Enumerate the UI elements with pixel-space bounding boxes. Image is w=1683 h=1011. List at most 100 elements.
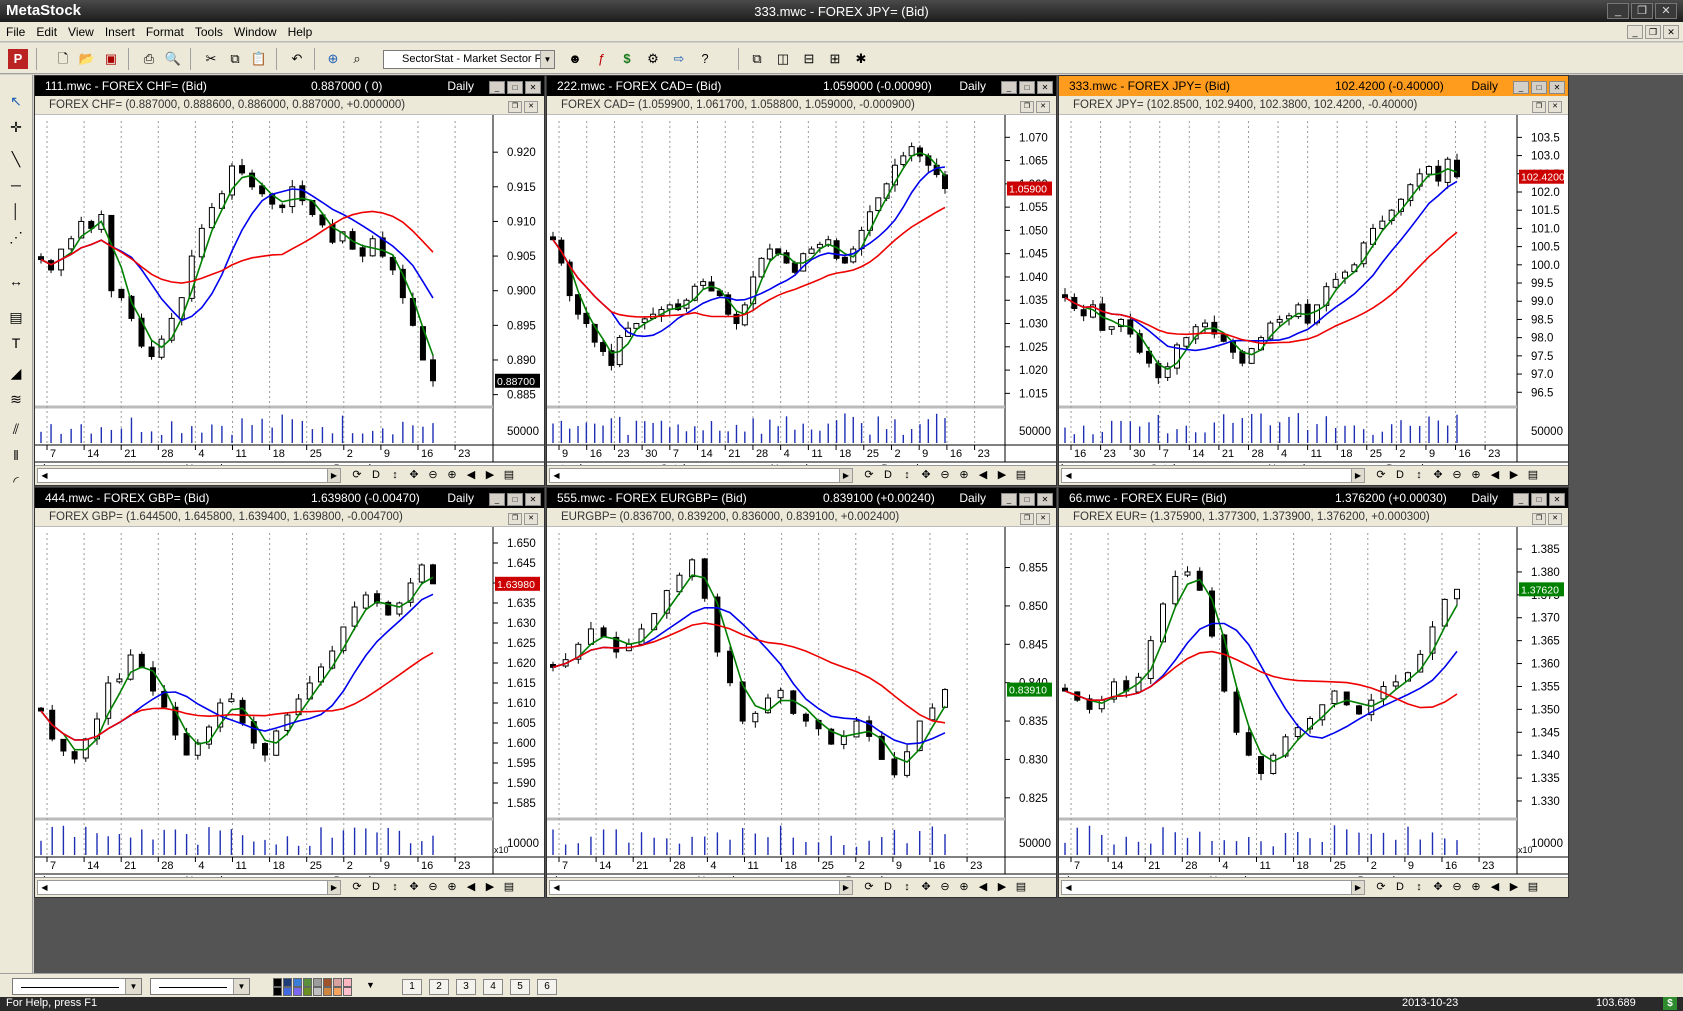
menu-help[interactable]: Help: [282, 22, 318, 39]
horizontal-scrollbar[interactable]: ◀ ▶: [37, 468, 341, 483]
inner-close-icon[interactable]: ✕: [524, 101, 538, 113]
color-swatch[interactable]: [273, 987, 282, 996]
inner-restore-icon[interactable]: ❐: [1532, 101, 1546, 113]
chart-period[interactable]: Daily: [1471, 491, 1498, 505]
window-close-icon[interactable]: ✕: [1549, 493, 1565, 506]
properties-icon[interactable]: ▤: [1525, 880, 1541, 893]
color-swatch[interactable]: [313, 978, 322, 987]
color-palette[interactable]: [271, 977, 357, 997]
window-maximize-icon[interactable]: □: [1531, 493, 1547, 506]
horizontal-scrollbar[interactable]: ◀ ▶: [1061, 880, 1365, 895]
chart-window-111[interactable]: 111.mwc - FOREX CHF= (Bid) 0.887000 ( 0) D…: [34, 75, 545, 486]
zoom-in-icon[interactable]: ⊕: [1468, 880, 1484, 893]
zoom-in-icon[interactable]: ⊕: [956, 880, 972, 893]
chart-title-bar[interactable]: 555.mwc - FOREX EURGBP= (Bid) 0.839100 (+…: [547, 488, 1056, 508]
menu-format[interactable]: Format: [140, 22, 189, 39]
window-tab-2[interactable]: 2: [429, 979, 449, 995]
chart-window-555[interactable]: 555.mwc - FOREX EURGBP= (Bid) 0.839100 (+…: [546, 487, 1057, 898]
zoom-in-icon[interactable]: ⊕: [956, 468, 972, 481]
zoom-icon[interactable]: ⌕: [346, 48, 368, 70]
page-left-icon[interactable]: ◀: [1487, 468, 1503, 481]
window-tab-6[interactable]: 6: [537, 979, 557, 995]
page-left-icon[interactable]: ◀: [975, 880, 991, 893]
line-width-select[interactable]: ▼: [150, 978, 250, 995]
price-chart[interactable]: 16233071421284111825291623berOctoberNove…: [1059, 115, 1568, 467]
page-left-icon[interactable]: ◀: [463, 468, 479, 481]
window-close-icon[interactable]: ✕: [1037, 81, 1053, 94]
scroll-left-icon[interactable]: ◀: [1062, 881, 1075, 894]
expert-advisor-icon[interactable]: ☻: [564, 48, 586, 70]
tile-horizontal-icon[interactable]: ⊟: [798, 48, 820, 70]
window-minimize-icon[interactable]: _: [1001, 493, 1017, 506]
price-chart[interactable]: 916233071421284111825291623eptemberOctob…: [547, 115, 1056, 467]
inner-close-icon[interactable]: ✕: [1548, 101, 1562, 113]
inner-close-icon[interactable]: ✕: [1036, 101, 1050, 113]
paste-icon[interactable]: 📋: [248, 48, 270, 70]
scroll-left-icon[interactable]: ◀: [550, 469, 563, 482]
question-icon[interactable]: ?: [694, 48, 716, 70]
vertical-zoom-icon[interactable]: ↕: [387, 469, 403, 481]
chart-window-444[interactable]: 444.mwc - FOREX GBP= (Bid) 1.639800 (-0.0…: [34, 487, 545, 898]
settings-icon[interactable]: ✱: [850, 48, 872, 70]
zoom-out-icon[interactable]: ⊖: [1449, 468, 1465, 481]
chart-period[interactable]: Daily: [959, 79, 986, 93]
chart-title-bar[interactable]: 111.mwc - FOREX CHF= (Bid) 0.887000 ( 0) D…: [35, 76, 544, 96]
close-chart-icon[interactable]: ▣: [100, 48, 122, 70]
pointer-icon[interactable]: ↖: [4, 89, 28, 113]
refresh-icon[interactable]: ⟳: [1373, 880, 1389, 893]
mdi-minimize-icon[interactable]: _: [1627, 25, 1643, 39]
window-tab-4[interactable]: 4: [483, 979, 503, 995]
window-close-icon[interactable]: ✕: [525, 81, 541, 94]
price-chart[interactable]: 71421284111825291623oberNovemberDecember…: [35, 527, 544, 879]
chart-period[interactable]: Daily: [447, 79, 474, 93]
color-swatch[interactable]: [343, 987, 352, 996]
page-left-icon[interactable]: ◀: [975, 468, 991, 481]
tile-vertical-icon[interactable]: ◫: [772, 48, 794, 70]
periodicity-icon[interactable]: D: [368, 469, 384, 481]
formula-icon[interactable]: ƒ: [590, 48, 612, 70]
chart-window-66[interactable]: 66.mwc - FOREX EUR= (Bid) 1.376200 (+0.00…: [1058, 487, 1569, 898]
open-icon[interactable]: 📂: [76, 48, 98, 70]
horizontal-scrollbar[interactable]: ◀ ▶: [549, 880, 853, 895]
properties-icon[interactable]: ▤: [1013, 468, 1029, 481]
system-tester-icon[interactable]: ⇨: [668, 48, 690, 70]
window-maximize-icon[interactable]: □: [1019, 81, 1035, 94]
zoom-out-icon[interactable]: ⊖: [425, 880, 441, 893]
metastock-logo-icon[interactable]: P: [8, 49, 28, 69]
inner-restore-icon[interactable]: ❐: [508, 101, 522, 113]
chart-period[interactable]: Daily: [959, 491, 986, 505]
inner-close-icon[interactable]: ✕: [1036, 513, 1050, 525]
refresh-icon[interactable]: ⟳: [861, 880, 877, 893]
color-swatch[interactable]: [343, 978, 352, 987]
zoom-out-icon[interactable]: ⊖: [937, 468, 953, 481]
window-maximize-icon[interactable]: □: [1019, 493, 1035, 506]
copy-icon[interactable]: ⧉: [224, 48, 246, 70]
menu-window[interactable]: Window: [228, 22, 282, 39]
palette-dropdown-icon[interactable]: ▼: [366, 980, 375, 990]
explorer-icon[interactable]: ⚙: [642, 48, 664, 70]
scroll-right-icon[interactable]: ▶: [327, 469, 340, 482]
new-icon[interactable]: 🗋: [52, 48, 74, 70]
color-swatch[interactable]: [293, 978, 302, 987]
close-button[interactable]: ✕: [1655, 3, 1677, 19]
price-chart[interactable]: 71421284111825291623oberNovemberDecember…: [1059, 527, 1568, 879]
horizontal-scrollbar[interactable]: ◀ ▶: [37, 880, 341, 895]
inner-close-icon[interactable]: ✕: [1548, 513, 1562, 525]
cut-icon[interactable]: ✂: [200, 48, 222, 70]
window-minimize-icon[interactable]: _: [1513, 81, 1529, 94]
scroll-left-icon[interactable]: ◀: [550, 881, 563, 894]
page-right-icon[interactable]: ▶: [482, 880, 498, 893]
scroll-right-icon[interactable]: ▶: [1351, 881, 1364, 894]
chevron-down-icon[interactable]: ▼: [125, 979, 141, 994]
window-maximize-icon[interactable]: □: [1531, 81, 1547, 94]
trendline-icon[interactable]: ╲: [4, 147, 28, 171]
cascade-icon[interactable]: ⧉: [746, 48, 768, 70]
mdi-restore-icon[interactable]: ❐: [1645, 25, 1661, 39]
fibonacci-icon[interactable]: ⋰: [4, 225, 28, 249]
horizontal-line-icon[interactable]: ─: [4, 173, 28, 197]
pan-icon[interactable]: ✥: [918, 468, 934, 481]
page-right-icon[interactable]: ▶: [994, 468, 1010, 481]
page-right-icon[interactable]: ▶: [1506, 880, 1522, 893]
vertical-zoom-icon[interactable]: ↕: [899, 881, 915, 893]
window-close-icon[interactable]: ✕: [1037, 493, 1053, 506]
